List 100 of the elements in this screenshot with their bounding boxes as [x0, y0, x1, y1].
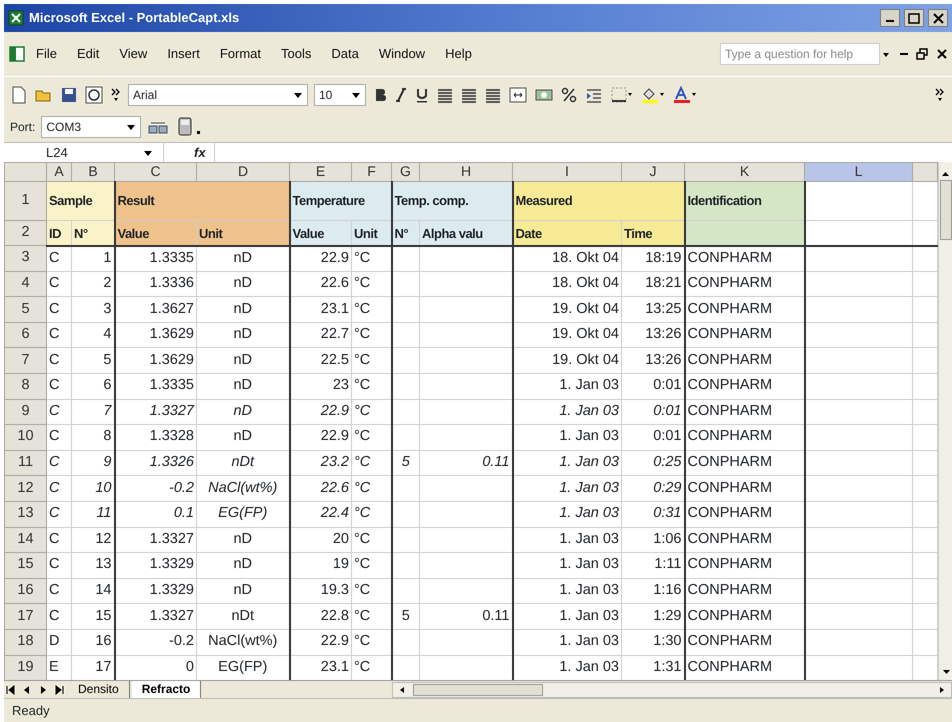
column-header[interactable]: G [392, 162, 420, 182]
column-label: N° [392, 220, 420, 246]
menu-item[interactable]: View [109, 42, 158, 66]
table-cell: 1.3327 [114, 399, 196, 425]
table-cell: 1. Jan 03 [512, 629, 622, 655]
row-header[interactable]: 5 [4, 296, 46, 322]
window-title: Microsoft Excel - PortableCapt.xls [29, 9, 240, 28]
row-header[interactable]: 2 [4, 220, 46, 246]
menu-item[interactable]: Insert [157, 42, 210, 66]
column-header[interactable]: A [46, 162, 72, 182]
table-cell: 1. Jan 03 [512, 373, 622, 400]
align-left-icon[interactable] [437, 86, 453, 102]
group-header: Sample [46, 182, 114, 220]
row-header[interactable]: 16 [4, 578, 46, 604]
column-header[interactable]: H [420, 162, 512, 182]
row-header[interactable]: 12 [4, 476, 46, 502]
align-center-icon[interactable] [461, 86, 477, 102]
fill-color-icon[interactable] [641, 86, 665, 104]
row-header[interactable]: 10 [4, 424, 46, 450]
table-cell: 23 [290, 373, 352, 400]
scroll-thumb[interactable] [940, 180, 952, 240]
close-icon[interactable] [936, 48, 948, 60]
row-header[interactable]: 15 [4, 552, 46, 578]
column-header[interactable]: B [72, 162, 114, 182]
row-header[interactable]: 17 [4, 604, 46, 630]
menu-item[interactable]: Format [210, 42, 271, 66]
port-field[interactable]: COM3 [41, 116, 142, 138]
column-header[interactable]: E [290, 162, 352, 182]
row-header[interactable]: 8 [4, 373, 46, 400]
row-header[interactable]: 6 [4, 322, 46, 348]
row-header[interactable]: 11 [4, 450, 46, 476]
table-cell: 1.3328 [114, 424, 196, 450]
maximize-button[interactable] [904, 9, 924, 27]
column-header[interactable]: I [512, 162, 622, 182]
row-header[interactable]: 9 [4, 399, 46, 425]
table-cell: 22.6 [290, 271, 352, 297]
scroll-thumb[interactable] [413, 684, 543, 696]
menu-item[interactable]: Edit [66, 42, 110, 66]
minimize-button[interactable] [880, 9, 900, 27]
font-size-field[interactable]: 10 [314, 84, 366, 106]
vertical-scrollbar[interactable] [938, 162, 952, 680]
function-label[interactable]: fx [194, 142, 206, 162]
close-icon [932, 12, 944, 24]
table-cell: 22.6 [290, 476, 352, 502]
more-icon[interactable] [111, 86, 121, 102]
table-cell: C [46, 604, 72, 630]
column-header[interactable]: D [196, 162, 290, 182]
menu-item[interactable]: File [26, 42, 67, 66]
menu-item[interactable]: Help [435, 42, 482, 66]
save-icon[interactable] [61, 86, 77, 102]
row-header[interactable]: 4 [4, 271, 46, 297]
row-header[interactable]: 18 [4, 629, 46, 655]
column-header[interactable]: J [622, 162, 684, 182]
table-cell: C [46, 399, 72, 425]
new-document-icon[interactable] [11, 86, 27, 104]
menu-item[interactable]: Tools [271, 42, 322, 66]
row-header[interactable]: 7 [4, 348, 46, 374]
merge-cells-icon[interactable] [509, 86, 527, 102]
table-cell: C [46, 271, 72, 297]
row-header[interactable]: 1 [4, 182, 46, 220]
table-cell: 1.3335 [114, 246, 196, 272]
table-cell: C [46, 322, 72, 348]
menu-item[interactable]: Data [321, 42, 369, 66]
bold-icon[interactable] [373, 86, 387, 102]
restore-icon[interactable] [916, 48, 928, 60]
percent-icon[interactable] [561, 86, 577, 102]
help-search-field[interactable]: Type a question for help [720, 43, 880, 65]
font-color-icon[interactable] [673, 86, 697, 104]
table-cell: 22.7 [290, 322, 352, 348]
column-header[interactable]: C [114, 162, 196, 182]
menu-item[interactable]: Window [368, 42, 436, 66]
column-header[interactable]: K [684, 162, 804, 182]
table-cell: 1. Jan 03 [512, 450, 622, 476]
horizontal-scrollbar[interactable] [392, 682, 952, 698]
group-header: Identification [684, 182, 804, 220]
close-button[interactable] [928, 9, 948, 27]
row-header[interactable]: 3 [4, 246, 46, 272]
table-cell: C [46, 552, 72, 578]
column-header[interactable]: L [804, 162, 912, 182]
group-header: Result [114, 182, 290, 220]
device-icon[interactable] [176, 117, 202, 137]
currency-icon[interactable] [535, 86, 553, 102]
table-cell: 1.3329 [114, 552, 196, 578]
more-icon[interactable] [935, 86, 945, 102]
borders-icon[interactable] [611, 86, 633, 102]
row-header[interactable]: 14 [4, 527, 46, 553]
sheet-tab[interactable]: Refracto [132, 681, 202, 698]
table-cell: 1. Jan 03 [512, 399, 622, 425]
row-header[interactable]: 13 [4, 501, 46, 528]
column-label: N° [72, 220, 114, 246]
align-right-icon[interactable] [485, 86, 501, 102]
indent-icon[interactable] [585, 86, 603, 102]
font-field[interactable]: Arial [128, 84, 308, 106]
underline-icon[interactable] [415, 86, 429, 102]
column-header[interactable]: F [352, 162, 392, 182]
table-cell: CONPHARM [684, 246, 804, 272]
italic-icon[interactable] [395, 86, 407, 102]
table-cell: CONPHARM [684, 322, 804, 348]
table-cell: CONPHARM [684, 552, 804, 578]
row-header[interactable]: 19 [4, 655, 46, 680]
